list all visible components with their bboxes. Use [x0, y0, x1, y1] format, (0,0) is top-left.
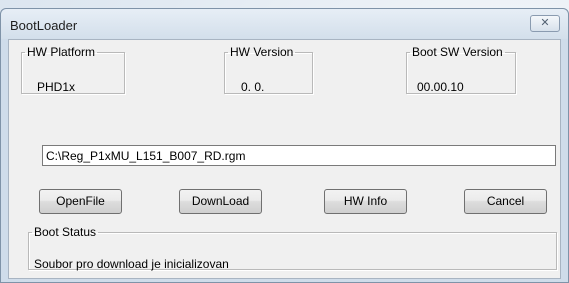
hw-version-value: 0. 0. [241, 80, 265, 94]
title-bar[interactable]: BootLoader ✕ [1, 9, 568, 39]
boot-status-label: Boot Status [34, 225, 97, 239]
close-button[interactable]: ✕ [530, 15, 560, 32]
dialog-client-area: HW Platform PHD1x HW Version 0. 0. Boot … [8, 39, 561, 279]
hw-platform-group: HW Platform PHD1x [21, 46, 125, 94]
open-file-button[interactable]: OpenFile [39, 189, 122, 214]
hw-version-group: HW Version 0. 0. [224, 46, 313, 94]
close-icon: ✕ [540, 17, 550, 29]
window-title: BootLoader [10, 18, 78, 33]
file-path-input[interactable] [42, 145, 556, 166]
boot-sw-version-value: 00.00.10 [417, 80, 464, 94]
boot-status-group: Boot Status Soubor pro download je inici… [28, 225, 557, 271]
hw-platform-label: HW Platform [27, 45, 96, 59]
hw-platform-value: PHD1x [37, 80, 76, 94]
boot-sw-version-group: Boot SW Version 00.00.10 [406, 46, 516, 94]
hw-info-button[interactable]: HW Info [324, 189, 407, 214]
boot-status-message: Soubor pro download je inicializovan [34, 257, 229, 271]
hw-version-label: HW Version [230, 45, 294, 59]
download-button[interactable]: DownLoad [179, 189, 262, 214]
cancel-button[interactable]: Cancel [464, 189, 547, 214]
boot-sw-version-label: Boot SW Version [412, 45, 503, 59]
bootloader-dialog: BootLoader ✕ HW Platform PHD1x HW Versio… [0, 8, 569, 283]
